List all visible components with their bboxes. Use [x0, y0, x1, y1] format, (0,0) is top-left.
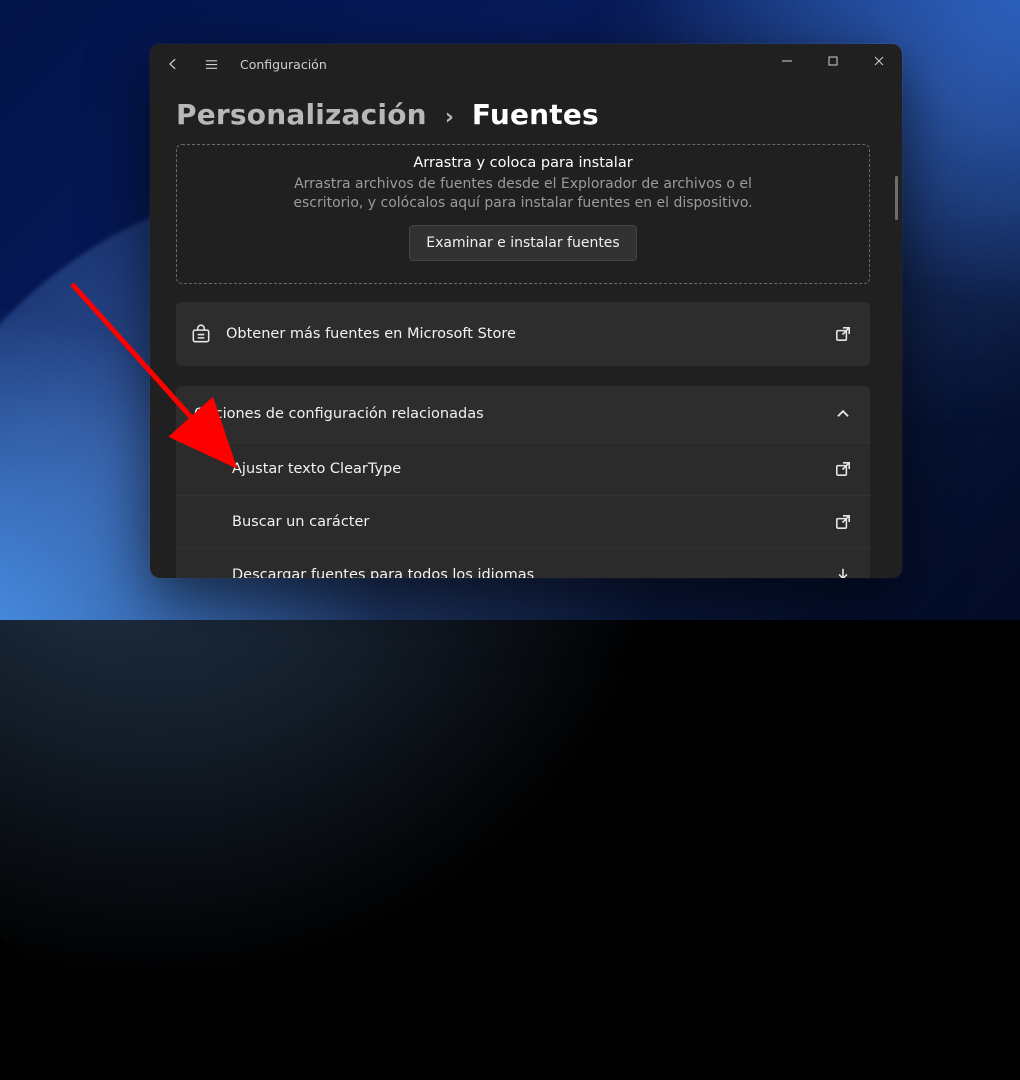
dropzone-title: Arrastra y coloca para instalar — [205, 155, 841, 171]
app-title: Configuración — [240, 57, 327, 72]
titlebar: Configuración — [150, 44, 902, 84]
back-button[interactable] — [158, 49, 188, 79]
adjust-cleartype-item[interactable]: Ajustar texto ClearType — [176, 442, 870, 495]
download-icon — [834, 566, 852, 578]
breadcrumb-separator: › — [445, 105, 454, 130]
open-external-icon — [834, 513, 852, 531]
adjust-cleartype-label: Ajustar texto ClearType — [232, 461, 834, 477]
page-header: Personalización › Fuentes — [150, 84, 902, 145]
breadcrumb-parent[interactable]: Personalización — [176, 98, 427, 131]
chevron-up-icon — [834, 405, 852, 423]
download-all-languages-item[interactable]: Descargar fuentes para todos los idiomas — [176, 548, 870, 578]
close-button[interactable] — [856, 44, 902, 78]
breadcrumb-page: Fuentes — [472, 98, 599, 131]
breadcrumb: Personalización › Fuentes — [176, 98, 876, 131]
related-settings-header[interactable]: Opciones de configuración relacionadas — [176, 386, 870, 442]
maximize-button[interactable] — [810, 44, 856, 78]
minimize-button[interactable] — [764, 44, 810, 78]
related-settings-header-label: Opciones de configuración relacionadas — [194, 406, 834, 422]
browse-fonts-label: Examinar e instalar fuentes — [426, 235, 619, 251]
get-more-fonts-tile[interactable]: Obtener más fuentes en Microsoft Store — [176, 302, 870, 366]
open-external-icon — [834, 325, 852, 343]
related-settings-group: Opciones de configuración relacionadas A… — [176, 386, 870, 578]
find-character-label: Buscar un carácter — [232, 514, 834, 530]
open-external-icon — [834, 460, 852, 478]
browse-fonts-button[interactable]: Examinar e instalar fuentes — [409, 225, 636, 261]
font-install-dropzone[interactable]: Arrastra y coloca para instalar Arrastra… — [176, 144, 870, 284]
get-more-fonts-label: Obtener más fuentes en Microsoft Store — [226, 326, 834, 342]
store-icon — [190, 323, 212, 345]
settings-window: Configuración Personalización › Fuentes — [150, 44, 902, 578]
dropzone-description: Arrastra archivos de fuentes desde el Ex… — [263, 175, 783, 213]
menu-button[interactable] — [196, 49, 226, 79]
download-all-languages-label: Descargar fuentes para todos los idiomas — [232, 567, 834, 578]
find-character-item[interactable]: Buscar un carácter — [176, 495, 870, 548]
content-area: Arrastra y coloca para instalar Arrastra… — [176, 144, 902, 578]
window-controls — [764, 44, 902, 78]
